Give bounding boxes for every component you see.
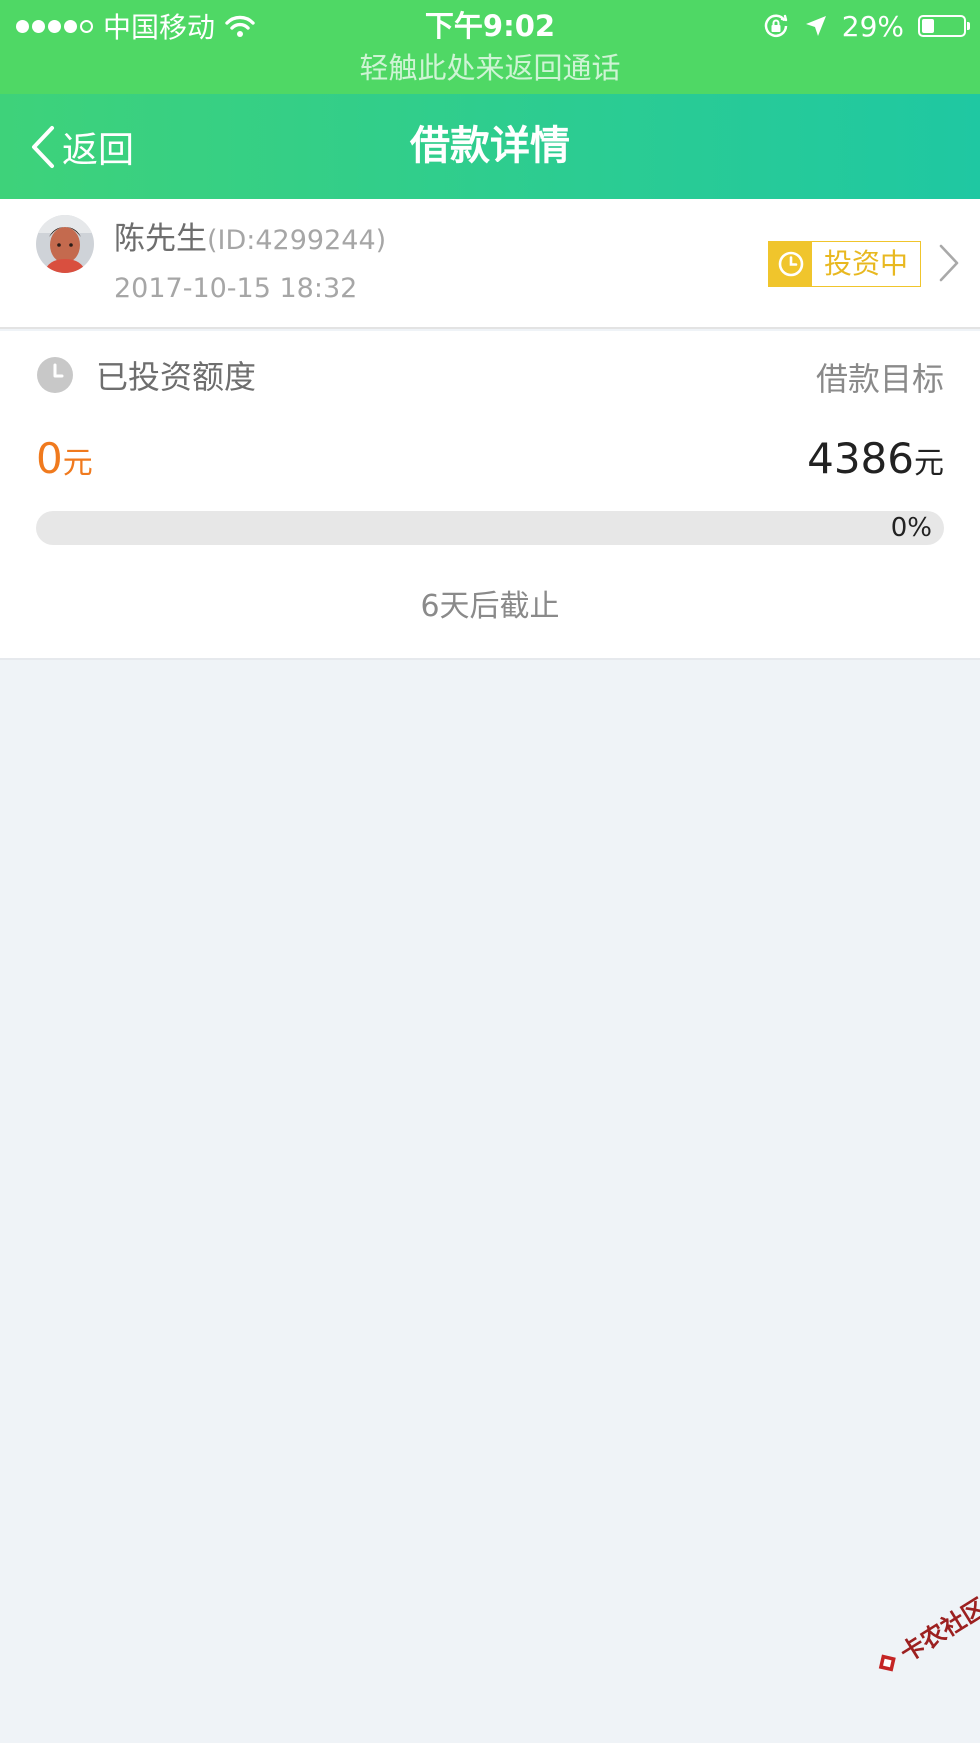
target-amount: 4386元: [807, 431, 944, 496]
back-button[interactable]: 返回: [30, 94, 134, 199]
target-amount-unit: 元: [914, 446, 944, 481]
badge-icon-box: [769, 242, 812, 286]
clock-icon: [778, 251, 803, 277]
invested-label: 已投资额度: [96, 358, 257, 396]
chevron-left-icon: [32, 125, 54, 168]
status-badge-label: 投资中: [823, 247, 908, 280]
funding-panel: 已投资额度 借款目标 0元 4386元 0% 6天后截止: [0, 331, 980, 660]
avatar: [36, 215, 94, 273]
orientation-lock-icon: [764, 14, 788, 38]
deadline-text: 6天后截止: [420, 589, 560, 624]
watermark-text: 卡农社区: [895, 1592, 980, 1668]
invested-amount-value: 0: [36, 434, 63, 483]
location-arrow-icon: [805, 16, 826, 36]
battery-icon: [918, 15, 970, 37]
nav-bar: 返回 借款详情: [0, 94, 980, 199]
back-label: 返回: [62, 129, 135, 171]
invested-amount: 0元: [36, 431, 93, 496]
status-badge: 投资中: [768, 241, 921, 287]
clock-icon: [37, 357, 73, 393]
return-to-call-banner[interactable]: 轻触此处来返回通话: [0, 46, 980, 90]
target-amount-value: 4386: [807, 434, 914, 483]
borrower-name: 陈先生: [114, 221, 207, 257]
page-title: 借款详情: [410, 123, 570, 169]
loan-date: 2017-10-15 18:32: [114, 273, 358, 304]
battery-level-fill: [922, 19, 934, 33]
funding-progress-text: 0%: [890, 513, 932, 543]
target-label: 借款目标: [815, 360, 944, 398]
borrower-card[interactable]: 陈先生(ID:4299244) 2017-10-15 18:32 投资中: [0, 199, 980, 329]
borrower-id: (ID:4299244): [207, 225, 387, 256]
funding-progress-bar: 0%: [36, 511, 944, 545]
borrower-name-line: 陈先生(ID:4299244): [114, 217, 386, 261]
chevron-right-icon[interactable]: [938, 243, 960, 283]
invested-amount-unit: 元: [62, 446, 93, 481]
watermark-logo: 卡农社区: [867, 1588, 980, 1684]
invested-title-row: 已投资额度: [36, 353, 256, 397]
battery-percent: 29%: [841, 9, 904, 43]
status-right: 29%: [762, 6, 970, 46]
status-bar: 中国移动 下午9:02 29% 轻触此处来返回通话: [0, 0, 980, 94]
